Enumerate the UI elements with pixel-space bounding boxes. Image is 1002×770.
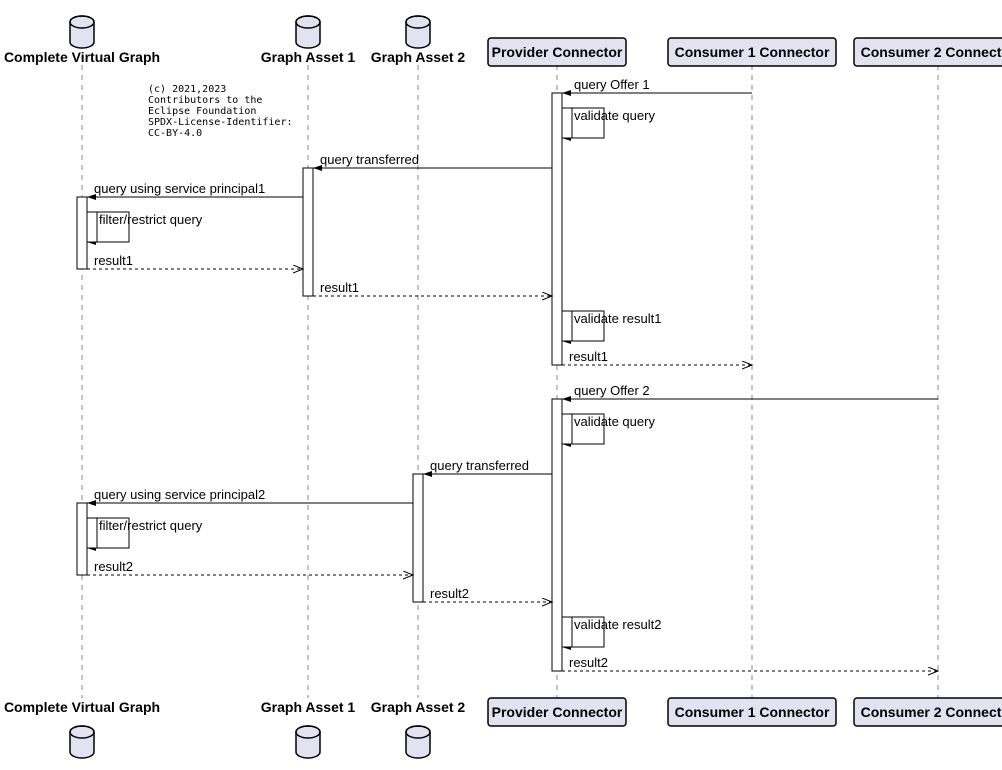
msg-query-principal1-label: query using service principal1 <box>94 181 265 196</box>
svg-text:SPDX-License-Identifier:: SPDX-License-Identifier: <box>148 117 293 128</box>
svg-text:Provider Connector: Provider Connector <box>492 704 623 720</box>
participant-ga2-top: Graph Asset 2 <box>371 16 466 65</box>
participant-ga1-label: Graph Asset 1 <box>261 49 356 65</box>
participant-cons2-top: Consumer 2 Connector <box>854 38 1002 66</box>
msg-query-transferred-1-label: query transferred <box>320 152 419 167</box>
svg-text:Eclipse Foundation: Eclipse Foundation <box>148 106 256 117</box>
activation-cvg-2 <box>77 503 87 575</box>
activation-ga1 <box>303 168 313 296</box>
msg-query-principal2-label: query using service principal2 <box>94 487 265 502</box>
msg-validate-query-2-label: validate query <box>574 414 655 429</box>
participant-cvg-top: Complete Virtual Graph <box>4 16 160 65</box>
msg-result1-c-label: result1 <box>569 349 608 364</box>
copyright-note: (c) 2021,2023 Contributors to the Eclips… <box>148 84 293 139</box>
msg-validate-result1-label: validate result1 <box>574 311 661 326</box>
svg-text:Contributors to the: Contributors to the <box>148 95 262 106</box>
msg-query-transferred-2-label: query transferred <box>430 458 529 473</box>
msg-filter-1-label: filter/restrict query <box>99 212 203 227</box>
participant-prov-bottom: Provider Connector <box>488 698 626 726</box>
msg-result2-a-label: result2 <box>94 559 133 574</box>
participant-cons1-bottom: Consumer 1 Connector <box>668 698 836 726</box>
participant-cvg-bottom: Complete Virtual Graph <box>4 699 160 758</box>
msg-filter-2-label: filter/restrict query <box>99 518 203 533</box>
participant-cons1-label: Consumer 1 Connector <box>675 44 830 60</box>
msg-result1-b-label: result1 <box>320 280 359 295</box>
sequence-diagram: Complete Virtual Graph Graph Asset 1 Gra… <box>0 0 1002 770</box>
activation-cvg-1 <box>77 197 87 269</box>
activation-prov-1 <box>552 93 562 365</box>
participant-ga1-top: Graph Asset 1 <box>261 16 356 65</box>
svg-text:Consumer 1 Connector: Consumer 1 Connector <box>675 704 830 720</box>
participant-ga2-bottom: Graph Asset 2 <box>371 699 466 758</box>
activation-ga2 <box>413 474 423 602</box>
svg-text:Graph Asset 1: Graph Asset 1 <box>261 699 356 715</box>
participant-prov-label: Provider Connector <box>492 44 623 60</box>
participant-ga2-label: Graph Asset 2 <box>371 49 466 65</box>
svg-text:(c) 2021,2023: (c) 2021,2023 <box>148 84 226 95</box>
activation-prov-2 <box>552 399 562 671</box>
svg-text:Consumer 2 Connector: Consumer 2 Connector <box>861 704 1002 720</box>
msg-result1-a-label: result1 <box>94 253 133 268</box>
msg-result2-c-label: result2 <box>569 655 608 670</box>
participant-ga1-bottom: Graph Asset 1 <box>261 699 356 758</box>
svg-text:CC-BY-4.0: CC-BY-4.0 <box>148 128 202 139</box>
participant-cvg-label: Complete Virtual Graph <box>4 49 160 65</box>
msg-validate-result2-label: validate result2 <box>574 617 661 632</box>
participant-cons2-label: Consumer 2 Connector <box>861 44 1002 60</box>
msg-result2-b-label: result2 <box>430 586 469 601</box>
msg-validate-query-1-label: validate query <box>574 108 655 123</box>
participant-cons2-bottom: Consumer 2 Connector <box>854 698 1002 726</box>
participant-prov-top: Provider Connector <box>488 38 626 66</box>
msg-query-offer-1-label: query Offer 1 <box>574 77 650 92</box>
svg-text:Graph Asset 2: Graph Asset 2 <box>371 699 466 715</box>
participant-cons1-top: Consumer 1 Connector <box>668 38 836 66</box>
msg-query-offer-2-label: query Offer 2 <box>574 383 650 398</box>
svg-text:Complete Virtual Graph: Complete Virtual Graph <box>4 699 160 715</box>
